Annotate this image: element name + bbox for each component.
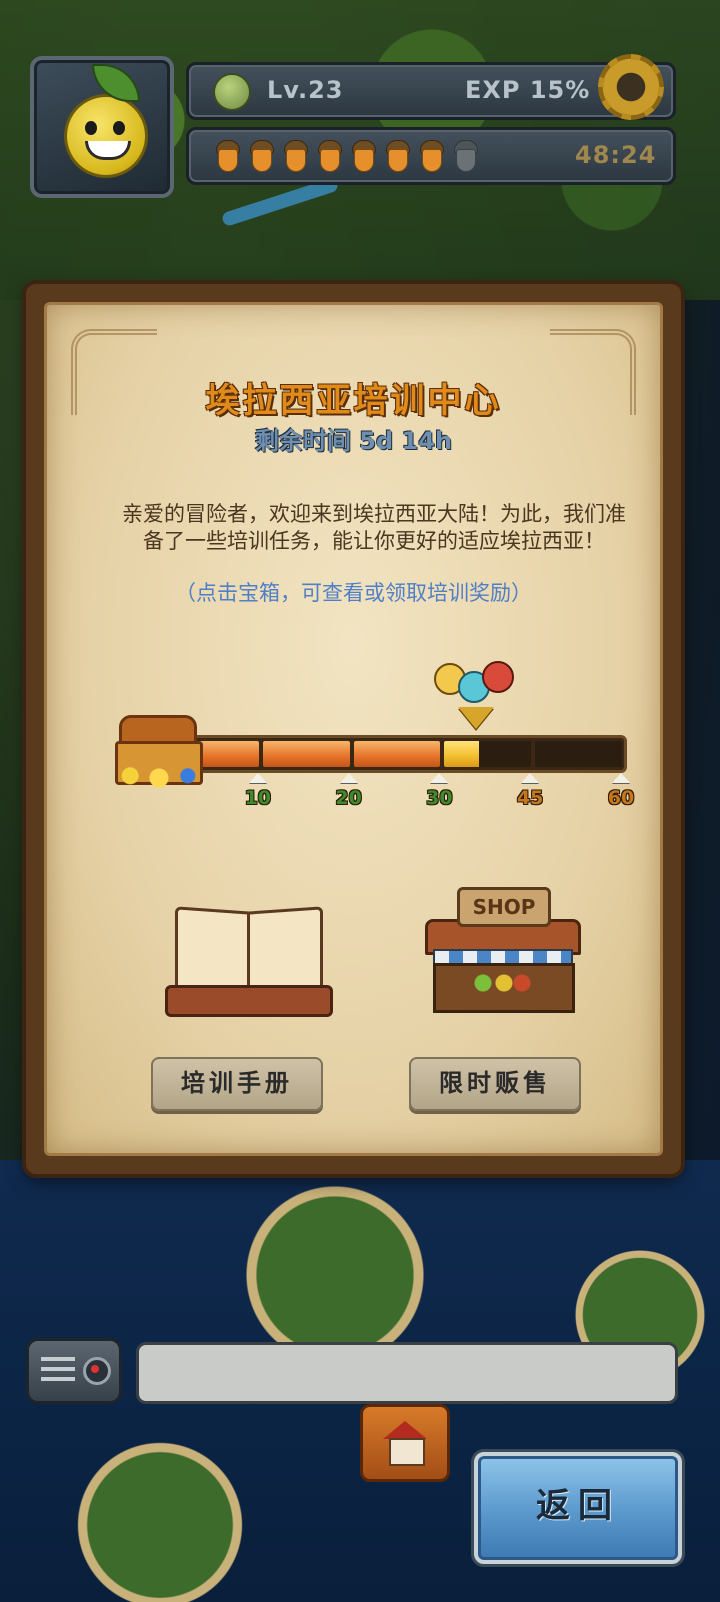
player-avatar[interactable] <box>30 56 174 198</box>
milestone-triangle-icon <box>521 773 540 783</box>
limited-sale-button[interactable]: 限时贩售 <box>409 1057 581 1111</box>
stamina-timer: 48:24 <box>575 141 657 169</box>
progress-fill <box>444 741 480 767</box>
milestone-triangle-icon <box>248 773 267 783</box>
milestone-tick: 60 <box>601 773 641 809</box>
level-icon <box>213 73 251 111</box>
avatar-eye-right <box>113 121 125 135</box>
stamina-bar[interactable]: 48:24 <box>186 127 676 185</box>
training-progress-bar <box>167 735 627 773</box>
chest-gold <box>111 767 207 789</box>
progress-segment <box>535 741 622 767</box>
progress-fill <box>353 741 441 767</box>
milestone-triangle-icon <box>430 773 449 783</box>
milestone-triangle-icon <box>339 773 358 783</box>
shop-goods <box>471 973 531 993</box>
treasure-chest-icon[interactable] <box>111 715 207 789</box>
milestone-label: 60 <box>607 787 635 809</box>
progress-pointer-icon <box>457 707 494 729</box>
milestone-triangle-icon <box>612 773 630 783</box>
chat-menu-button[interactable] <box>26 1338 122 1404</box>
avatar-face <box>64 94 148 178</box>
training-center-panel: 埃拉西亚培训中心 剩余时间 5d 14h 亲爱的冒险者，欢迎来到埃拉西亚大陆！为… <box>26 284 681 1174</box>
shop-stall-icon[interactable]: SHOP <box>419 885 589 1015</box>
acorn-icon <box>383 140 411 172</box>
milestone-tick: 20 <box>329 773 369 809</box>
avatar-smile <box>85 141 131 160</box>
acorn-icon <box>451 140 479 172</box>
notification-dot-icon <box>83 1357 111 1385</box>
avatar-eye-left <box>85 121 97 135</box>
milestone-tick: 10 <box>238 773 278 809</box>
progress-segment <box>444 741 532 767</box>
milestone-label: 10 <box>244 787 272 809</box>
training-manual-button[interactable]: 培训手册 <box>151 1057 323 1111</box>
milestone-label: 20 <box>335 787 362 809</box>
party-marker-icon <box>433 657 518 703</box>
book-cover <box>165 985 333 1017</box>
progress-segment <box>262 741 350 767</box>
milestone-label: 45 <box>516 787 544 809</box>
chat-box[interactable] <box>136 1342 678 1404</box>
panel-description: 亲爱的冒险者，欢迎来到埃拉西亚大陆！为此，我们准备了一些培训任务，能让你更好的适… <box>122 502 626 553</box>
acorn-icon <box>349 140 377 172</box>
milestone-label: 30 <box>426 787 453 809</box>
acorn-icon <box>281 140 309 172</box>
home-house-icon[interactable] <box>360 1404 450 1482</box>
stamina-acorns <box>213 140 479 172</box>
milestone-tick: 30 <box>419 773 459 809</box>
acorn-icon <box>247 140 275 172</box>
menu-lines-icon <box>41 1357 75 1381</box>
hero-icon <box>481 661 514 693</box>
shop-sign: SHOP <box>457 887 551 927</box>
reward-hint: （点击宝箱，可查看或领取培训奖励） <box>175 581 532 605</box>
acorn-icon <box>315 140 343 172</box>
settings-gear-icon[interactable] <box>598 54 664 120</box>
panel-title: 埃拉西亚培训中心 <box>205 381 502 421</box>
level-text: Lv.23 <box>267 76 344 104</box>
parchment: 埃拉西亚培训中心 剩余时间 5d 14h 亲爱的冒险者，欢迎来到埃拉西亚大陆！为… <box>44 302 663 1156</box>
remaining-time: 剩余时间 5d 14h <box>254 427 453 455</box>
training-manual-book-icon[interactable] <box>161 895 333 1025</box>
progress-segment <box>353 741 441 767</box>
exp-text: EXP 15% <box>465 76 591 104</box>
progress-fill <box>262 741 350 767</box>
milestone-tick: 45 <box>510 773 550 809</box>
island-bottom-left <box>60 1440 260 1602</box>
acorn-icon <box>417 140 445 172</box>
acorn-icon <box>213 140 241 172</box>
back-button[interactable]: 返回 <box>474 1452 682 1564</box>
